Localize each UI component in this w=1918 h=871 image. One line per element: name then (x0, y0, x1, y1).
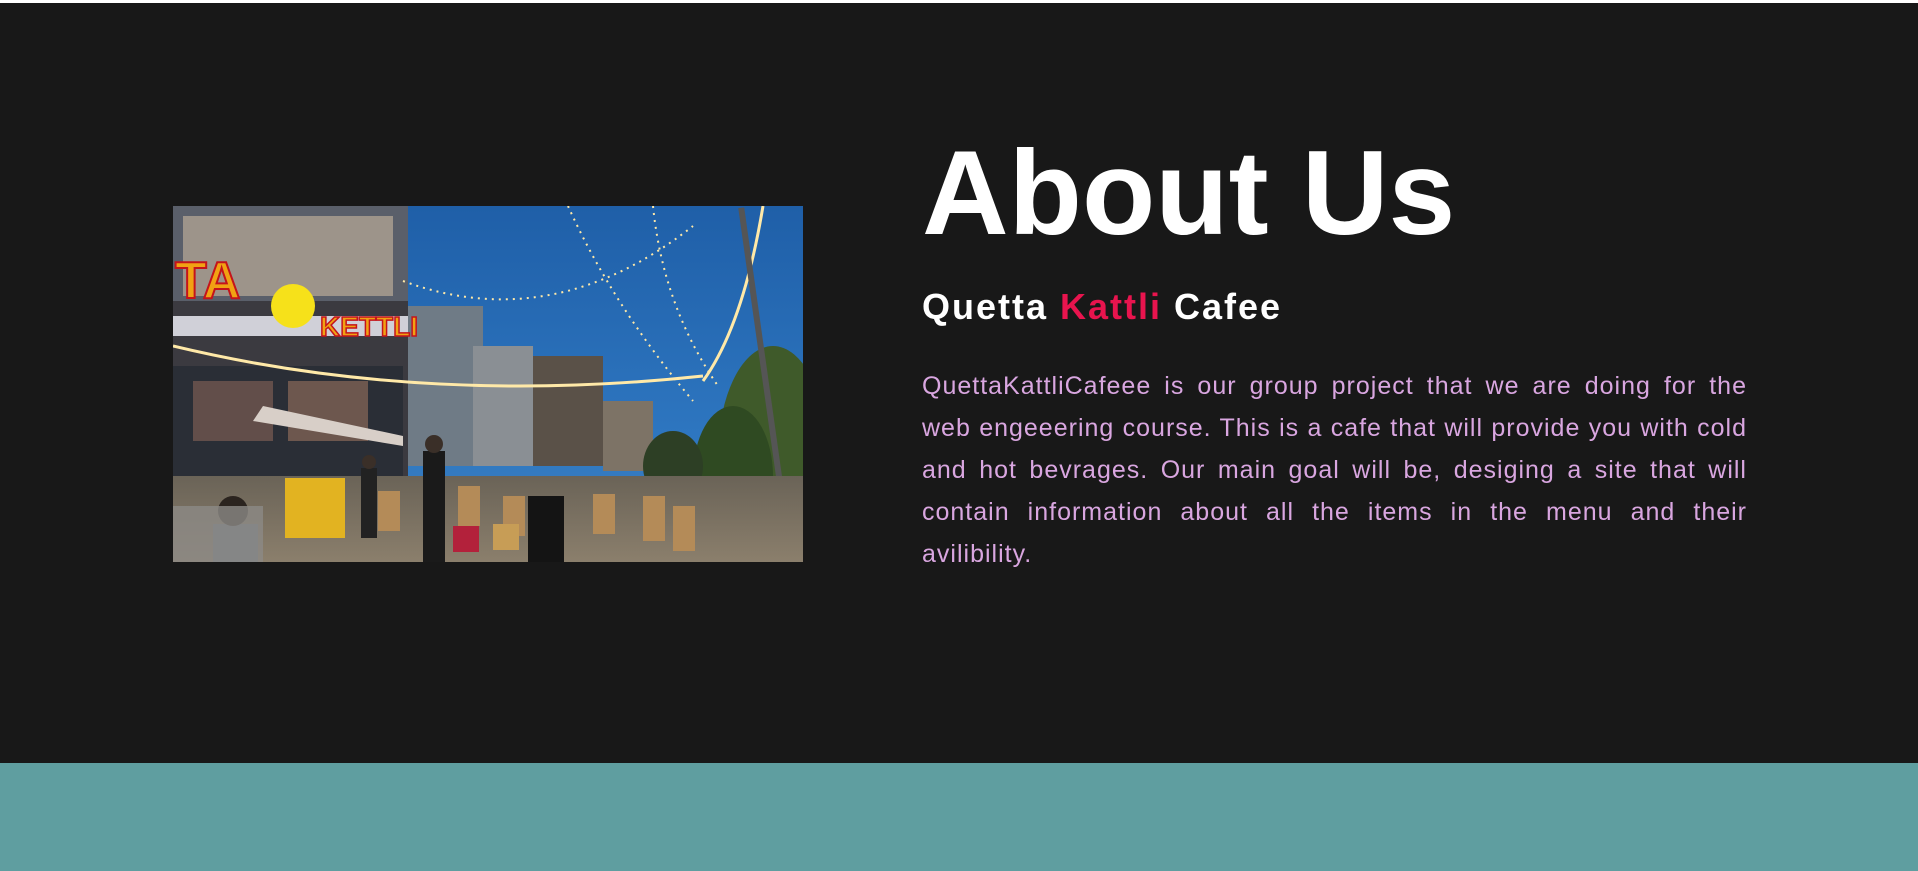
cafe-name-heading: Quetta Kattli Cafee (922, 285, 1747, 329)
sign-text-left: TA (175, 252, 240, 310)
cafe-name-part-1: Quetta (922, 286, 1061, 327)
about-section: TA KETTLI About Us Quetta Kattli Cafee Q… (0, 3, 1918, 763)
sign-text-right: KETTLI (320, 311, 418, 342)
cafe-name-part-2: Cafee (1162, 286, 1283, 327)
about-description: QuettaKattliCafeee is our group project … (922, 372, 1747, 568)
cafe-photo: TA KETTLI (173, 206, 803, 562)
about-text-block: About Us Quetta Kattli Cafee QuettaKattl… (922, 123, 1747, 575)
footer-band (0, 763, 1918, 871)
page-title: About Us (922, 126, 1456, 260)
cafe-name-accent: Kattli (1060, 286, 1163, 327)
